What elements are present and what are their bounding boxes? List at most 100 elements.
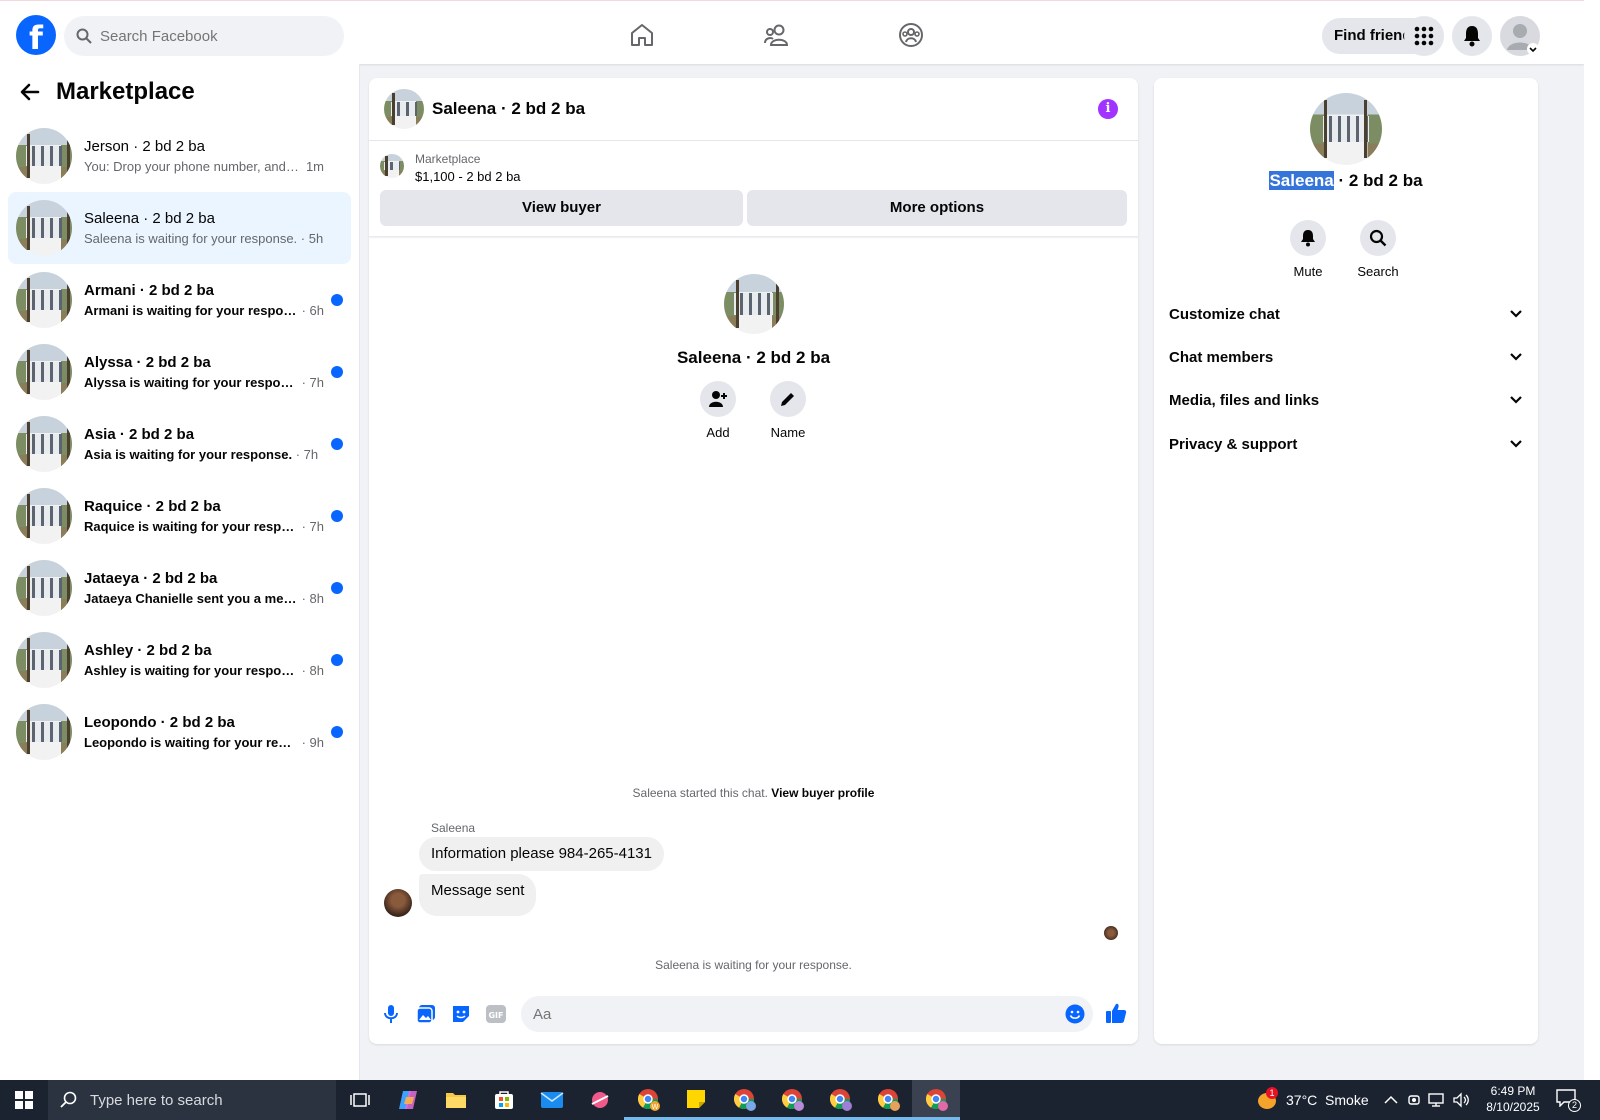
volume-icon[interactable]: [1452, 1080, 1470, 1120]
page-scrollbar[interactable]: [1584, 0, 1600, 1080]
weather-sun-icon: 1: [1256, 1087, 1278, 1111]
facebook-search-input[interactable]: [100, 27, 320, 45]
message-input-box[interactable]: [521, 996, 1093, 1032]
selected-text: Saleena: [1269, 171, 1334, 190]
conversation-item-asia[interactable]: Asia · 2 bd 2 ba Asia is waiting for you…: [8, 408, 351, 480]
svg-text:GIF: GIF: [488, 1011, 503, 1020]
chat-members-section[interactable]: Chat members: [1169, 337, 1523, 377]
conversation-preview: Leopondo is waiting for your resp...: [84, 735, 298, 750]
svg-text:W: W: [652, 1103, 659, 1111]
chrome-profile-icon[interactable]: [864, 1080, 912, 1120]
sender-avatar[interactable]: [384, 889, 412, 917]
chevron-down-icon: [1510, 353, 1522, 361]
conversation-preview: Raquice is waiting for your respon...: [84, 519, 298, 534]
mail-icon[interactable]: [528, 1080, 576, 1120]
chrome-profile-w-icon[interactable]: W: [624, 1080, 672, 1120]
file-explorer-icon[interactable]: [432, 1080, 480, 1120]
add-label: Add: [706, 425, 730, 440]
conversation-preview: Armani is waiting for your response.: [84, 303, 298, 318]
microphone-icon[interactable]: [381, 1004, 401, 1024]
view-buyer-button[interactable]: View buyer: [380, 190, 743, 226]
notification-center-icon[interactable]: 2: [1556, 1080, 1581, 1120]
conversation-preview: Asia is waiting for your response.: [84, 447, 293, 462]
conversation-time: 6h: [309, 303, 324, 318]
snipping-tool-icon[interactable]: [576, 1080, 624, 1120]
thumbs-up-like-icon[interactable]: [1105, 1002, 1127, 1024]
conversation-item-raquice[interactable]: Raquice · 2 bd 2 ba Raquice is waiting f…: [8, 480, 351, 552]
conversation-time: 8h: [309, 663, 324, 678]
edit-name-button[interactable]: Name: [758, 381, 818, 440]
profile-picture[interactable]: [1310, 93, 1382, 165]
seen-avatar: [1104, 926, 1118, 940]
privacy-support-section[interactable]: Privacy & support: [1169, 424, 1523, 464]
clock-date: 8/10/2025: [1486, 1100, 1540, 1114]
menu-grid-icon[interactable]: [1404, 16, 1444, 56]
add-person-icon: [709, 391, 727, 407]
windows-start-icon[interactable]: [0, 1080, 48, 1120]
chat-panel: Saleena · 2 bd 2 ba i Marketplace $1,100…: [369, 78, 1138, 1044]
chat-avatar[interactable]: [384, 89, 424, 129]
network-icon[interactable]: [1428, 1080, 1446, 1120]
copilot-icon[interactable]: [384, 1080, 432, 1120]
photo-icon[interactable]: [416, 1004, 436, 1024]
chat-title[interactable]: Saleena · 2 bd 2 ba: [432, 99, 585, 119]
listing-thumbnail: [16, 560, 72, 616]
back-arrow-icon[interactable]: [20, 82, 40, 102]
conversation-item-ashley[interactable]: Ashley · 2 bd 2 ba Ashley is waiting for…: [8, 624, 351, 696]
chrome-profile-icon[interactable]: [816, 1080, 864, 1120]
search-in-conversation-button[interactable]: Search: [1343, 220, 1413, 279]
friends-icon[interactable]: [763, 21, 791, 49]
sticky-notes-icon[interactable]: [672, 1080, 720, 1120]
gif-icon[interactable]: GIF: [486, 1004, 506, 1024]
system-clock[interactable]: 6:49 PM 8/10/2025: [1478, 1083, 1548, 1115]
emoji-icon[interactable]: [1065, 1004, 1085, 1024]
chrome-profile-icon[interactable]: [720, 1080, 768, 1120]
chrome-active-window-icon[interactable]: [912, 1080, 960, 1120]
facebook-search-box[interactable]: [64, 16, 344, 56]
listing-summary[interactable]: Marketplace $1,100 - 2 bd 2 ba: [380, 152, 521, 184]
chrome-profile-icon[interactable]: [768, 1080, 816, 1120]
conversation-item-leopondo[interactable]: Leopondo · 2 bd 2 ba Leopondo is waiting…: [8, 696, 351, 768]
notifications-bell-icon[interactable]: [1452, 16, 1492, 56]
conversation-item-alyssa[interactable]: Alyssa · 2 bd 2 ba Alyssa is waiting for…: [8, 336, 351, 408]
more-options-button[interactable]: More options: [747, 190, 1127, 226]
message-composer: GIF: [369, 994, 1138, 1034]
home-icon[interactable]: [628, 21, 656, 49]
show-hidden-icons-chevron-up-icon[interactable]: [1384, 1080, 1398, 1120]
sticker-icon[interactable]: [451, 1004, 471, 1024]
conversation-name: Raquice · 2 bd 2 ba: [84, 498, 221, 515]
facebook-logo-icon[interactable]: f: [16, 15, 56, 55]
customize-chat-section[interactable]: Customize chat: [1169, 294, 1523, 334]
conversation-time: 5h: [308, 231, 324, 246]
chat-header: Saleena · 2 bd 2 ba i: [369, 78, 1138, 141]
account-avatar-icon[interactable]: [1500, 16, 1540, 56]
microsoft-store-icon[interactable]: [480, 1080, 528, 1120]
listing-thumbnail: [16, 200, 72, 256]
message-bubble[interactable]: Message sent: [419, 874, 537, 916]
weather-widget[interactable]: 1 37°C Smoke: [1256, 1080, 1369, 1120]
conversation-item-jataeya[interactable]: Jataeya · 2 bd 2 ba Jataeya Chanielle se…: [8, 552, 351, 624]
groups-icon[interactable]: [897, 21, 925, 49]
mute-label: Mute: [1293, 264, 1323, 279]
view-buyer-profile-link[interactable]: View buyer profile: [771, 786, 874, 800]
media-files-links-section[interactable]: Media, files and links: [1169, 380, 1523, 420]
conversation-item-armani[interactable]: Armani · 2 bd 2 ba Armani is waiting for…: [8, 264, 351, 336]
message-bubble[interactable]: Information please 984-265-4131: [419, 837, 664, 871]
search-icon: [76, 28, 92, 44]
task-view-icon[interactable]: [336, 1080, 384, 1120]
info-icon[interactable]: i: [1098, 99, 1118, 119]
mute-button[interactable]: Mute: [1273, 220, 1343, 279]
conversation-name: Saleena · 2 bd 2 ba: [84, 210, 215, 227]
taskbar-search-box[interactable]: Type here to search: [48, 1080, 336, 1120]
message-input[interactable]: [533, 1005, 1033, 1023]
listing-source: Marketplace: [415, 152, 481, 166]
unread-dot: [331, 582, 343, 594]
conversation-item-jerson[interactable]: Jerson · 2 bd 2 ba You: Drop your phone …: [8, 120, 351, 192]
conversation-item-saleena[interactable]: Saleena · 2 bd 2 ba Saleena is waiting f…: [8, 192, 351, 264]
profile-picture[interactable]: [723, 274, 784, 334]
add-people-button[interactable]: Add: [688, 381, 748, 440]
meet-now-icon[interactable]: [1406, 1080, 1422, 1120]
listing-thumbnail: [16, 704, 72, 760]
sender-name: Saleena: [431, 821, 476, 835]
conversation-time: 7h: [303, 447, 319, 462]
